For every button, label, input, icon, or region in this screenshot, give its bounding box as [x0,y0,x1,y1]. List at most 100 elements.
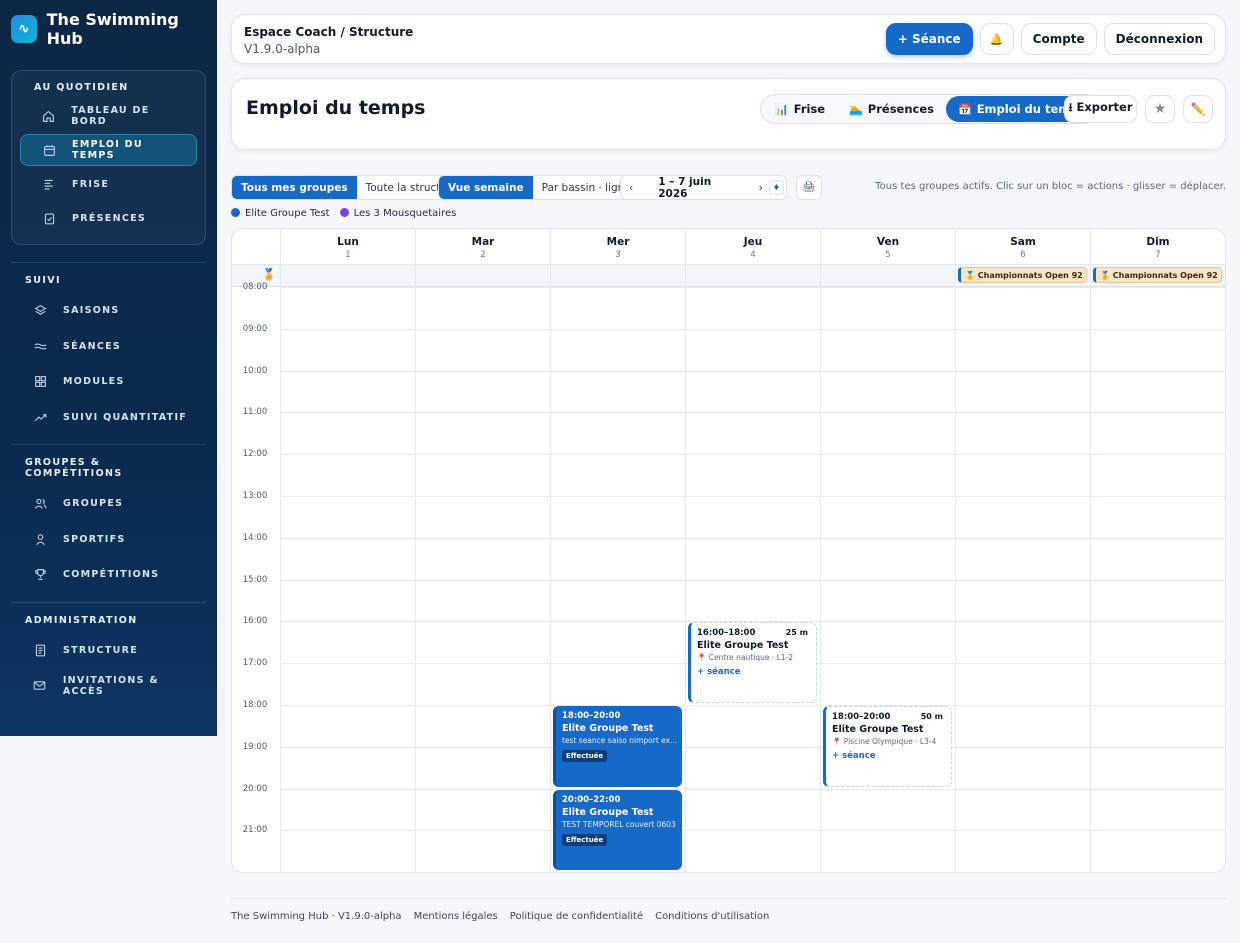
sidebar-item-tableau-de-bord[interactable]: TABLEAU DE BORD [20,100,197,132]
sidebar-item-seances[interactable]: SÉANCES [0,330,217,364]
block-group: Elite Groupe Test [562,806,654,818]
hour-line [280,454,1225,456]
hour-line [280,746,1225,748]
tab-presences[interactable]: 🏊 Présences [837,96,946,122]
swimmer-icon: 🏊 [849,102,863,116]
sidebar-item-label: PRÉSENCES [72,212,147,224]
prev-week-button[interactable]: ‹ [621,176,641,199]
sidebar-item-label: FRISE [72,178,110,190]
sidebar-item-label: SÉANCES [63,340,122,352]
sidebar-item-frise[interactable]: FRISE [20,168,197,200]
session-block[interactable]: 18:00–20:00 Elite Groupe Test test seance … [553,706,682,787]
export-button[interactable]: ⭳ Exporter [1064,95,1137,123]
tab-frise[interactable]: 📊 Frise [763,96,837,122]
all-day-cell[interactable] [550,265,685,287]
sidebar-item-sportifs[interactable]: SPORTIFS [0,523,217,557]
top-actions: + Séance 🔔 Compte Déconnexion [885,23,1215,55]
legend-item: Elite Groupe Test [231,208,330,219]
today-button[interactable]: ♦ [768,180,784,195]
block-group: Elite Groupe Test [697,640,789,652]
daily-section-title: AU QUOTIDIEN [34,82,129,93]
block-location: 📍 Piscine Olympique · L3-4 [832,737,937,746]
date-navigator: ‹ 1 – 7 juin 2026 › ♦ [620,175,787,200]
footer-link-legal[interactable]: Mentions légales [414,911,498,922]
day-number: 1 [345,250,351,260]
all-day-cell[interactable] [820,265,955,287]
logout-button[interactable]: Déconnexion [1103,23,1215,55]
block-location: test seance saiso nimport ex... [562,736,678,745]
block-location: 📍 Centre nautique · L1-2 [697,653,794,663]
session-block[interactable]: 20:00–22:00 Elite Groupe Test TEST TEMPORE… [553,789,682,871]
account-button[interactable]: Compte [1020,23,1097,55]
grid-icon [33,375,47,389]
users-icon [33,497,47,511]
brand[interactable]: ∿ The Swimming Hub [0,0,217,58]
sidebar-item-groupes[interactable]: GROUPES [0,487,217,521]
footer-copyright: The Swimming Hub · V1.9.0-alpha [231,911,402,922]
hour-line [280,579,1225,581]
day-header: Lun 1 [280,229,415,265]
star-icon[interactable]: ★ [1145,95,1175,123]
trend-icon [33,410,47,424]
add-session-link[interactable]: + séance [697,667,816,677]
sidebar-item-label: SUIVI QUANTITATIF [63,411,188,423]
sidebar-item-invitations[interactable]: INVITATIONS & ACCÈS [0,669,217,703]
time-label: 14:00 [242,532,268,543]
sidebar-item-label: SPORTIFS [63,533,126,545]
view-week[interactable]: Vue semaine [439,176,533,199]
day-header: Mer 3 [550,229,685,265]
sidebar-item-label: SAISONS [63,305,120,317]
sidebar-item-label: STRUCTURE [63,644,139,656]
suivi-section-title: SUIVI [25,275,61,286]
status-badge: Effectuée [562,833,608,846]
date-range: 1 – 7 juin 2026 [658,175,712,200]
edit-icon[interactable]: ✏️ [1183,95,1213,123]
sidebar-item-structure[interactable]: STRUCTURE [0,634,217,668]
suivi-section: SUIVI SAISONS SÉANCES MODULES SUIVI QUAN… [0,271,217,434]
sidebar-item-suivi-quantitatif[interactable]: SUIVI QUANTITATIF [0,401,217,435]
divider [11,444,206,445]
footer-link-terms[interactable]: Conditions d'utilisation [655,911,769,922]
all-day-cell[interactable] [415,265,550,287]
home-icon [42,109,55,123]
next-week-button[interactable]: › [755,176,767,199]
all-day-cell[interactable] [685,265,820,287]
legend-label: Elite Groupe Test [245,208,330,219]
add-session-link[interactable]: + séance [832,751,951,761]
footer: The Swimming Hub · V1.9.0-alpha Mentions… [231,911,769,922]
block-duration: 50 m [920,712,943,721]
all-day-cell[interactable] [280,265,415,287]
slot-block[interactable]: 18:00–20:00 50 m Elite Groupe Test 📍 Piscin… [823,706,952,787]
print-button[interactable]: 🖨 [796,175,822,200]
day-name: Lun [337,236,359,248]
competition-event[interactable]: 🏅 Championnats Open 92 [1093,267,1222,283]
scope-my-groups[interactable]: Tous mes groupes [232,176,357,199]
calendar-icon: 📅 [958,102,972,116]
hour-line [280,328,1225,330]
bell-icon[interactable]: 🔔 [979,23,1014,55]
footer-link-privacy[interactable]: Politique de confidentialité [510,911,643,922]
toolbar-hint: Tous tes groupes actifs. Clic sur un blo… [875,181,1226,192]
block-group: Elite Groupe Test [832,724,924,735]
sidebar-item-saisons[interactable]: SAISONS [0,294,217,328]
day-header: Dim 7 [1090,229,1225,265]
footer-divider [231,898,1226,899]
sidebar-item-label: TABLEAU DE BORD [71,105,150,127]
time-label: 13:00 [242,491,268,501]
sidebar-item-presences[interactable]: PRÉSENCES [20,202,197,234]
slot-block[interactable]: 16:00–18:00 25 m Elite Groupe Test 📍 Centre… [688,622,817,703]
time-label: 11:00 [242,407,268,418]
scope-toggle: Tous mes groupes Toute la structure [231,175,468,200]
sidebar-item-competitions[interactable]: COMPÉTITIONS [0,558,217,592]
day-name: Mar [471,236,495,248]
hour-line [280,830,1225,832]
time-label: 15:00 [242,574,268,585]
sidebar-item-label: EMPLOI DU TEMPS [72,139,143,161]
new-session-button[interactable]: + Séance [885,23,973,55]
competition-event[interactable]: 🏅 Championnats Open 92 [958,267,1087,283]
sidebar-item-label: COMPÉTITIONS [63,569,160,581]
sidebar-item-modules[interactable]: MODULES [0,365,217,399]
sidebar-item-emploi-du-temps[interactable]: EMPLOI DU TEMPS [20,134,197,166]
divider [11,601,206,603]
time-label: 19:00 [242,741,268,752]
